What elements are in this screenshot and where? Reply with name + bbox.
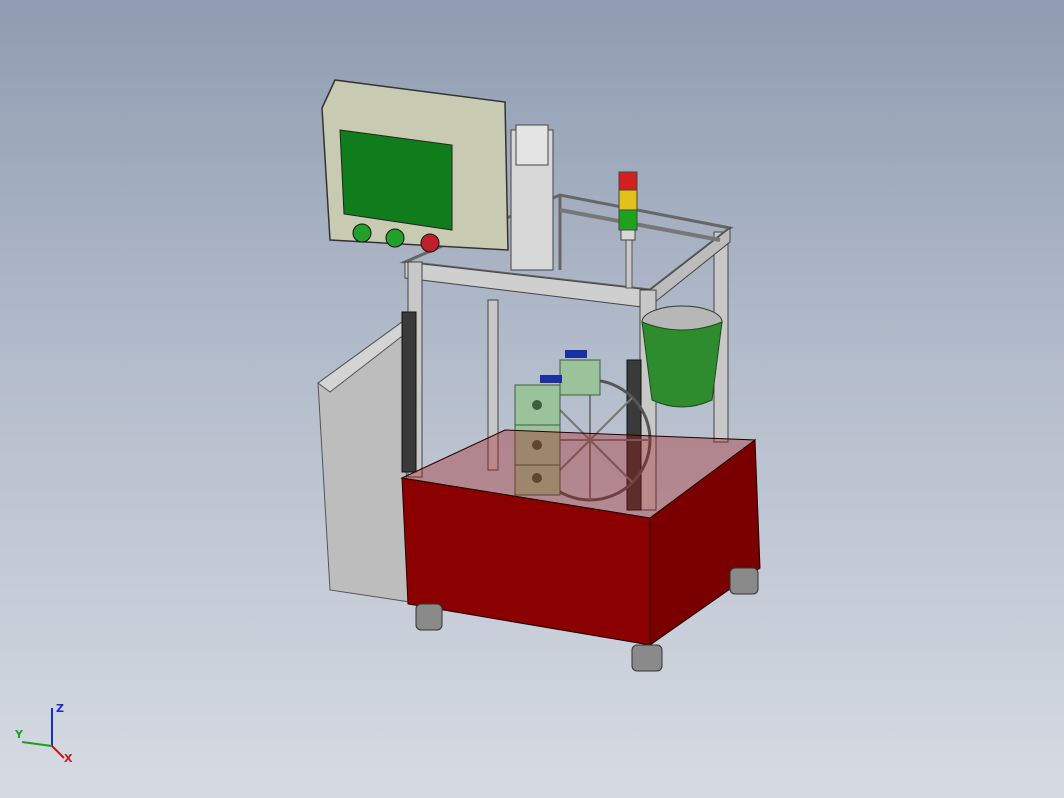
run-button[interactable]: [385, 228, 405, 248]
signal-tower-light-yellow: [618, 189, 638, 211]
orientation-triad[interactable]: Z Y X: [12, 698, 82, 768]
signal-tower-pole: [625, 237, 633, 289]
x-axis-label: X: [64, 752, 73, 765]
cad-viewport[interactable]: Z Y X: [0, 0, 1064, 798]
frame-rail: [559, 208, 721, 242]
x-axis-arrow: [51, 745, 65, 759]
y-axis-arrow: [21, 741, 53, 747]
light-curtain-left: [401, 311, 417, 473]
hmi-screen[interactable]: [339, 129, 453, 231]
start-button[interactable]: [352, 223, 372, 243]
z-axis-label: Z: [56, 702, 64, 715]
y-axis-label: Y: [14, 728, 24, 741]
signal-tower-light-green: [618, 209, 638, 231]
stop-button[interactable]: [420, 233, 440, 253]
signal-tower-base: [620, 229, 636, 241]
signal-tower-light-red: [618, 171, 638, 191]
feeder-bowl: [641, 321, 723, 408]
hmi-panel[interactable]: [321, 79, 509, 253]
z-axis-motor: [515, 124, 549, 166]
machine-model[interactable]: [0, 0, 1064, 798]
